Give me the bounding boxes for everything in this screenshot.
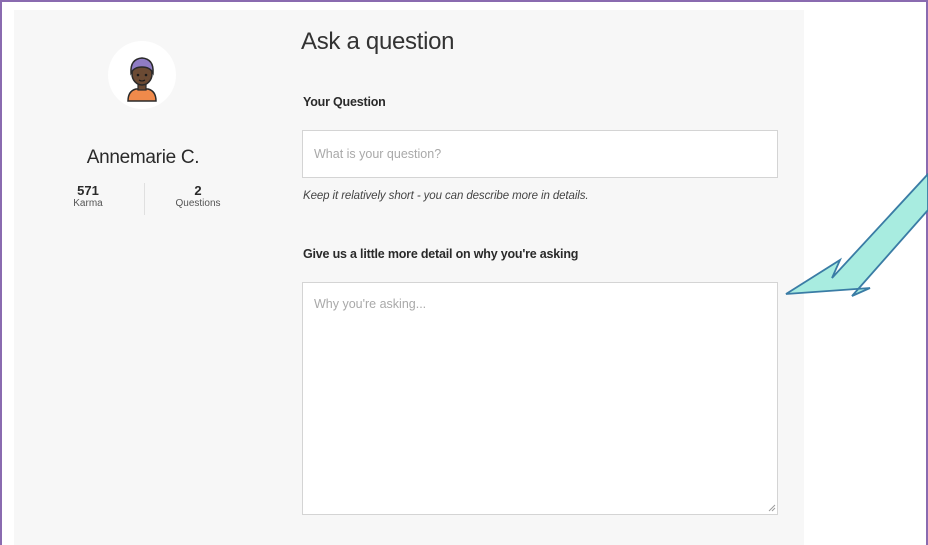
questions-label: Questions xyxy=(175,198,221,209)
detail-label: Give us a little more detail on why you'… xyxy=(303,247,579,261)
stat-divider xyxy=(144,183,145,215)
karma-label: Karma xyxy=(73,198,103,209)
page-title: Ask a question xyxy=(301,28,455,55)
user-name: Annemarie C. xyxy=(86,147,200,168)
question-label: Your Question xyxy=(303,95,386,109)
karma-stat: 571 Karma xyxy=(64,184,112,210)
karma-value: 571 xyxy=(77,183,99,198)
resize-handle-icon[interactable] xyxy=(768,504,776,512)
person-avatar-icon xyxy=(127,57,157,102)
questions-stat[interactable]: 2 Questions xyxy=(166,184,230,210)
arrow-pointer-icon xyxy=(785,172,928,297)
detail-textarea[interactable] xyxy=(302,282,778,515)
question-input[interactable] xyxy=(302,130,778,178)
questions-value: 2 xyxy=(194,183,202,198)
question-hint: Keep it relatively short - you can descr… xyxy=(303,190,589,202)
avatar[interactable] xyxy=(108,41,176,109)
